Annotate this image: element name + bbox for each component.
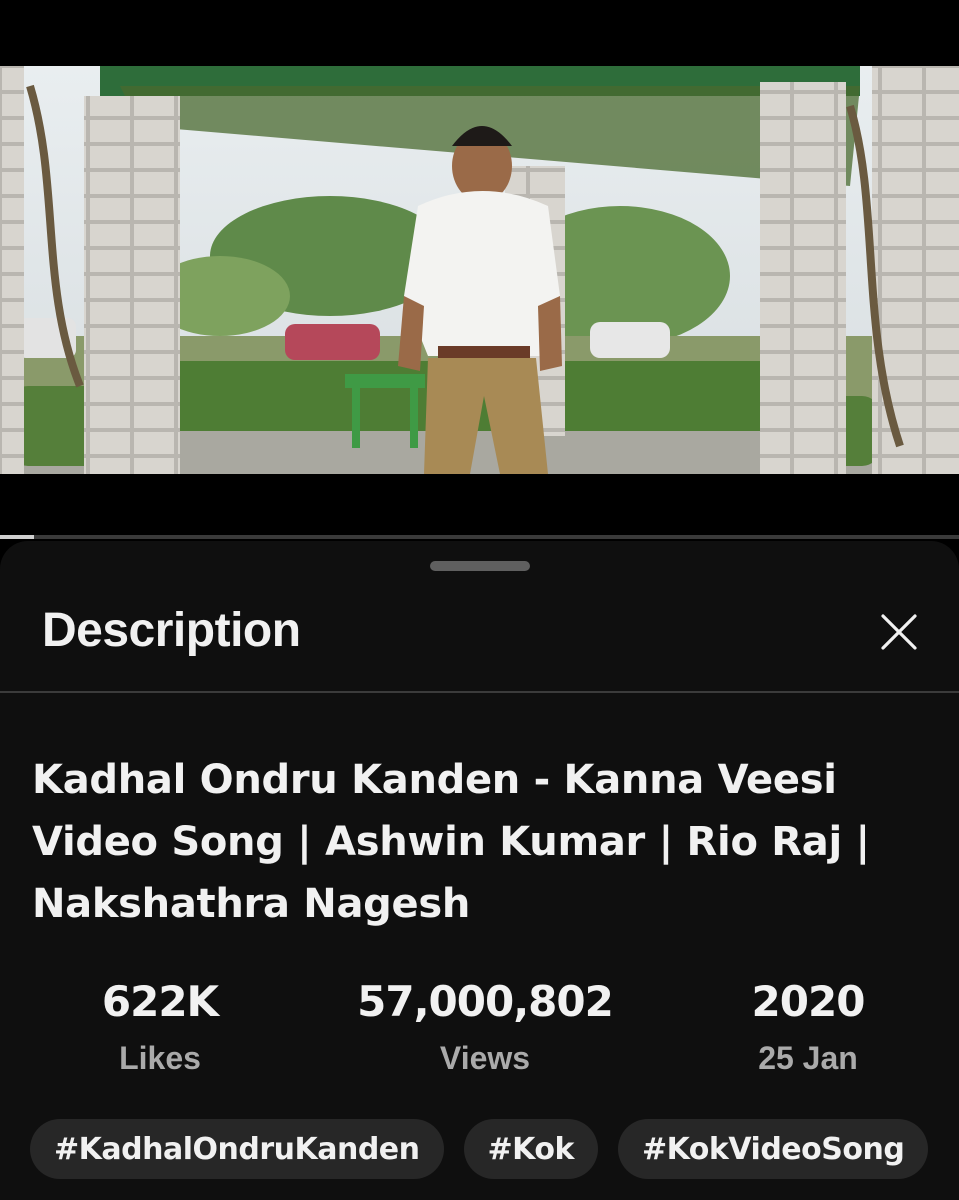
progress-bar[interactable] [0, 535, 959, 539]
publish-year: 2020 [751, 977, 866, 1026]
video-stats: 622K Likes 57,000,802 Views 2020 25 Jan [0, 977, 959, 1097]
drag-handle[interactable] [430, 561, 530, 571]
video-frame[interactable] [0, 66, 959, 474]
views-count: 57,000,802 [357, 977, 614, 1026]
hashtag-chip[interactable]: #KadhalOndruKanden [30, 1119, 444, 1179]
likes-label: Likes [119, 1040, 201, 1076]
divider [0, 691, 959, 693]
hashtag-list: #KadhalOndruKanden #Kok #KokVideoSong [30, 1119, 929, 1181]
hashtag-chip[interactable]: #KokVideoSong [617, 1119, 929, 1179]
hashtag-chip[interactable]: #Kok [463, 1119, 598, 1179]
progress-fill [0, 535, 34, 539]
panel-title: Description [42, 604, 301, 657]
publish-date: 25 Jan [758, 1040, 858, 1076]
video-player[interactable] [0, 0, 959, 540]
video-still [0, 66, 959, 474]
views-label: Views [439, 1040, 531, 1076]
views-stat: 57,000,802 Views [335, 977, 635, 1077]
date-stat: 2020 25 Jan [708, 977, 908, 1077]
close-button[interactable] [870, 603, 928, 661]
video-title: Kadhal Ondru Kanden - Kanna Veesi Video … [32, 757, 870, 927]
close-icon [881, 614, 917, 650]
description-panel: Description Kadhal Ondru Kanden - Kanna … [0, 541, 959, 1200]
likes-count: 622K [101, 977, 219, 1026]
likes-stat: 622K Likes [60, 977, 260, 1077]
